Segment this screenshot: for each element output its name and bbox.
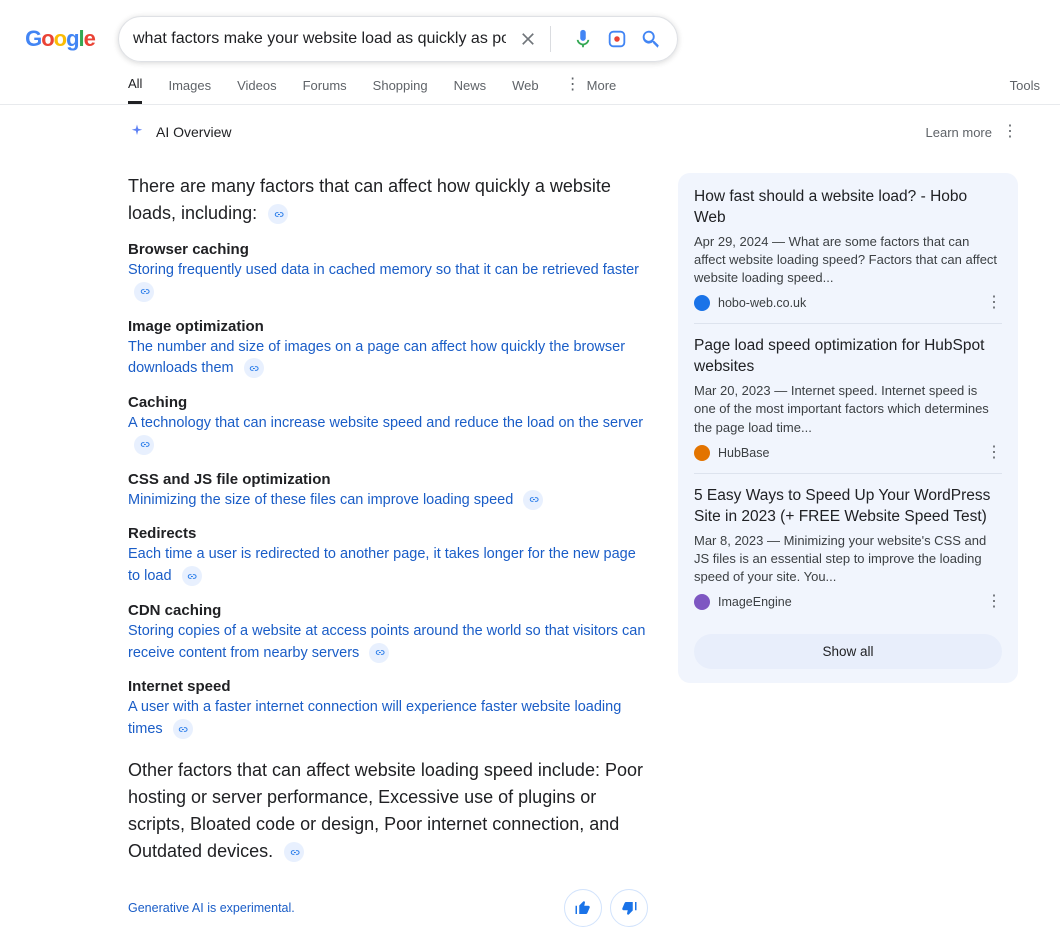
tab-shopping[interactable]: Shopping	[373, 78, 428, 103]
factor-title: Internet speed	[128, 678, 648, 695]
tools-button[interactable]: Tools	[1010, 78, 1040, 103]
card-snippet: Mar 8, 2023 — Minimizing your website's …	[694, 532, 1002, 587]
tab-more[interactable]: ⋮More	[565, 78, 617, 103]
search-icon[interactable]	[639, 27, 663, 51]
lens-icon[interactable]	[605, 27, 629, 51]
tab-all[interactable]: All	[128, 76, 142, 104]
factor-desc: Storing frequently used data in cached m…	[128, 260, 648, 304]
link-icon[interactable]	[284, 842, 304, 862]
card-snippet: Apr 29, 2024 — What are some factors tha…	[694, 233, 1002, 288]
card-title: 5 Easy Ways to Speed Up Your WordPress S…	[694, 486, 1002, 528]
search-box[interactable]	[118, 16, 678, 62]
tab-videos[interactable]: Videos	[237, 78, 277, 103]
mic-icon[interactable]	[571, 27, 595, 51]
sources-panel: How fast should a website load? - Hobo W…	[678, 173, 1018, 683]
link-icon[interactable]	[173, 719, 193, 739]
tab-web[interactable]: Web	[512, 78, 539, 103]
overflow-icon[interactable]: ⋮	[1002, 128, 1018, 136]
clear-icon[interactable]	[516, 27, 540, 51]
thumbs-down-button[interactable]	[610, 889, 648, 927]
card-title: How fast should a website load? - Hobo W…	[694, 187, 1002, 229]
link-icon[interactable]	[244, 358, 264, 378]
favicon-icon	[694, 445, 710, 461]
ai-disclaimer: Generative AI is experimental.	[128, 901, 295, 915]
link-icon[interactable]	[369, 643, 389, 663]
tab-news[interactable]: News	[454, 78, 487, 103]
link-icon[interactable]	[182, 566, 202, 586]
tab-forums[interactable]: Forums	[303, 78, 347, 103]
factor-title: CDN caching	[128, 602, 648, 619]
card-source: HubBase	[718, 446, 769, 460]
card-menu-icon[interactable]: ⋮	[986, 299, 1002, 307]
factor-title: CSS and JS file optimization	[128, 471, 648, 488]
sparkle-icon	[128, 123, 146, 141]
link-icon[interactable]	[134, 435, 154, 455]
factor-desc: A technology that can increase website s…	[128, 413, 648, 457]
ai-overview-title: AI Overview	[156, 124, 231, 140]
favicon-icon	[694, 594, 710, 610]
factor-title: Image optimization	[128, 318, 648, 335]
factor-title: Caching	[128, 394, 648, 411]
card-snippet: Mar 20, 2023 — Internet speed. Internet …	[694, 382, 1002, 437]
tab-images[interactable]: Images	[168, 78, 211, 103]
factor-desc: Storing copies of a website at access po…	[128, 621, 648, 665]
card-title: Page load speed optimization for HubSpot…	[694, 336, 1002, 378]
source-card[interactable]: How fast should a website load? - Hobo W…	[694, 187, 1002, 324]
factor-title: Redirects	[128, 525, 648, 542]
link-icon[interactable]	[134, 282, 154, 302]
card-menu-icon[interactable]: ⋮	[986, 449, 1002, 457]
tabs-bar: All Images Videos Forums Shopping News W…	[0, 62, 1060, 105]
factor-desc: Each time a user is redirected to anothe…	[128, 544, 648, 588]
ai-intro: There are many factors that can affect h…	[128, 173, 648, 227]
favicon-icon	[694, 295, 710, 311]
search-input[interactable]	[133, 30, 506, 48]
source-card[interactable]: 5 Easy Ways to Speed Up Your WordPress S…	[694, 486, 1002, 622]
learn-more-link[interactable]: Learn more	[926, 125, 992, 140]
factor-title: Browser caching	[128, 241, 648, 258]
card-source: ImageEngine	[718, 595, 792, 609]
logo[interactable]: Google	[10, 19, 110, 59]
ai-outro: Other factors that can affect website lo…	[128, 757, 648, 865]
factor-desc: Minimizing the size of these files can i…	[128, 490, 648, 512]
link-icon[interactable]	[268, 204, 288, 224]
card-source: hobo-web.co.uk	[718, 296, 806, 310]
link-icon[interactable]	[523, 490, 543, 510]
factor-desc: The number and size of images on a page …	[128, 337, 648, 381]
factor-desc: A user with a faster internet connection…	[128, 697, 648, 741]
show-all-button[interactable]: Show all	[694, 634, 1002, 669]
card-menu-icon[interactable]: ⋮	[986, 598, 1002, 606]
source-card[interactable]: Page load speed optimization for HubSpot…	[694, 336, 1002, 473]
thumbs-up-button[interactable]	[564, 889, 602, 927]
